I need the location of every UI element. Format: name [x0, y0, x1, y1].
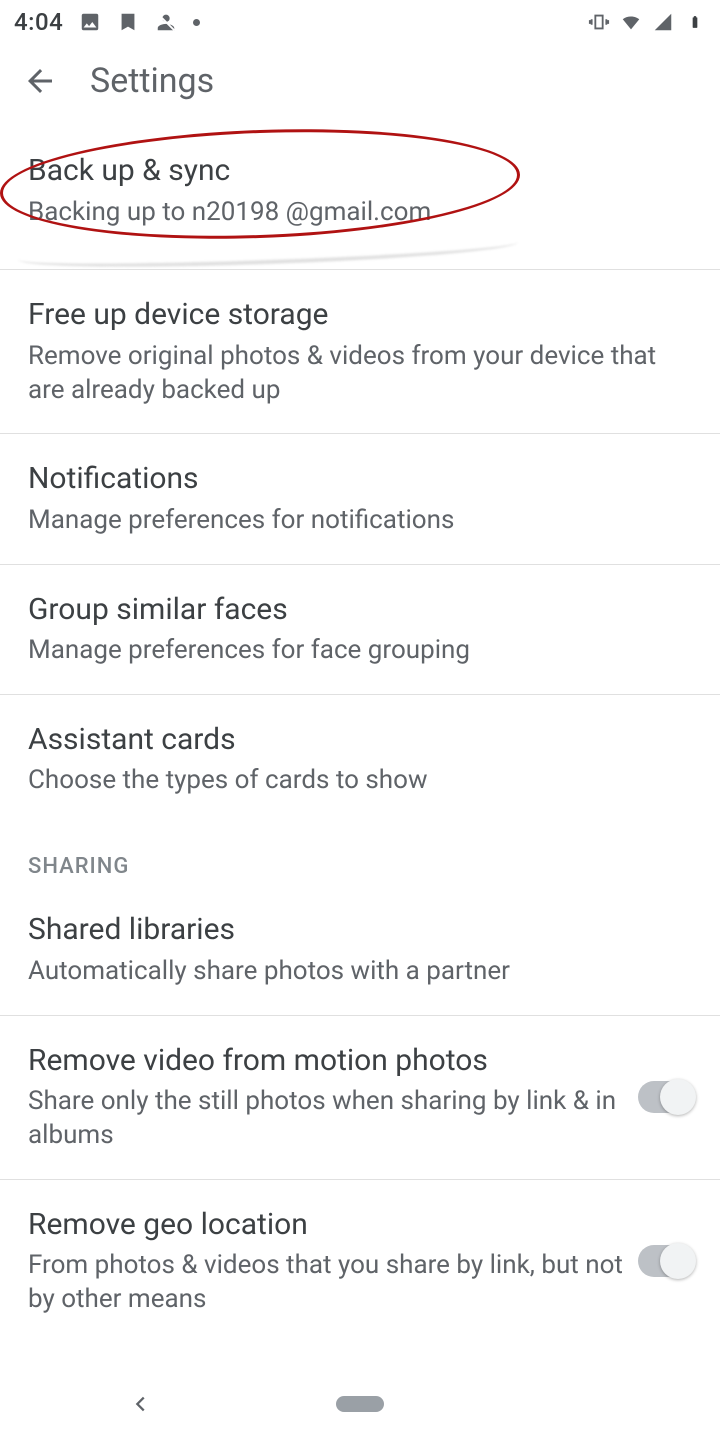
system-nav-bar: [0, 1368, 720, 1440]
row-title: Free up device storage: [28, 296, 692, 334]
row-subtitle: Backing up to n20198 @gmail.com: [28, 196, 692, 230]
settings-list: Back up & sync Backing up to n20198 @gma…: [0, 118, 720, 1343]
vibrate-icon: [588, 11, 610, 33]
row-group-similar-faces[interactable]: Group similar faces Manage preferences f…: [0, 565, 720, 695]
person-off-icon: [155, 11, 177, 33]
switch-thumb: [660, 1079, 696, 1115]
status-clock: 4:04: [14, 8, 63, 36]
row-subtitle: Share only the still photos when sharing…: [28, 1085, 626, 1153]
status-bar: 4:04: [0, 0, 720, 44]
row-subtitle: Manage preferences for face grouping: [28, 634, 692, 668]
switch-remove-geo-location[interactable]: [638, 1245, 692, 1277]
signal-icon: [652, 11, 674, 33]
status-bar-right: [588, 11, 706, 33]
row-title: Remove geo location: [28, 1206, 626, 1244]
wifi-icon: [620, 11, 642, 33]
row-free-up-storage[interactable]: Free up device storage Remove original p…: [0, 270, 720, 434]
row-subtitle: Automatically share photos with a partne…: [28, 955, 692, 989]
row-shared-libraries[interactable]: Shared libraries Automatically share pho…: [0, 885, 720, 1015]
status-bar-left: 4:04: [14, 8, 200, 36]
back-button[interactable]: [18, 59, 62, 103]
row-title: Back up & sync: [28, 152, 692, 190]
row-subtitle: From photos & videos that you share by l…: [28, 1249, 626, 1317]
switch-thumb: [660, 1243, 696, 1279]
row-subtitle: Choose the types of cards to show: [28, 764, 692, 798]
row-remove-geo-location[interactable]: Remove geo location From photos & videos…: [0, 1180, 720, 1343]
row-backup-sync[interactable]: Back up & sync Backing up to n20198 @gma…: [0, 118, 720, 270]
row-title: Shared libraries: [28, 911, 692, 949]
switch-remove-video-motion[interactable]: [638, 1081, 692, 1113]
more-dot-icon: [193, 19, 200, 26]
nav-back-button[interactable]: [130, 1393, 152, 1415]
row-subtitle: Manage preferences for notifications: [28, 504, 692, 538]
section-header-sharing: SHARING: [0, 824, 720, 885]
image-icon: [79, 11, 101, 33]
page-title: Settings: [90, 61, 214, 101]
row-title: Notifications: [28, 460, 692, 498]
row-notifications[interactable]: Notifications Manage preferences for not…: [0, 434, 720, 564]
row-assistant-cards[interactable]: Assistant cards Choose the types of card…: [0, 695, 720, 824]
battery-icon: [684, 11, 706, 33]
row-title: Remove video from motion photos: [28, 1042, 626, 1080]
row-remove-video-motion[interactable]: Remove video from motion photos Share on…: [0, 1016, 720, 1180]
row-title: Group similar faces: [28, 591, 692, 629]
arrow-left-icon: [22, 63, 58, 99]
app-bar: Settings: [0, 44, 720, 118]
row-subtitle: Remove original photos & videos from you…: [28, 340, 692, 408]
row-title: Assistant cards: [28, 721, 692, 759]
nav-home-pill[interactable]: [336, 1396, 384, 1412]
chevron-left-icon: [130, 1393, 152, 1415]
bookmark-icon: [117, 11, 139, 33]
